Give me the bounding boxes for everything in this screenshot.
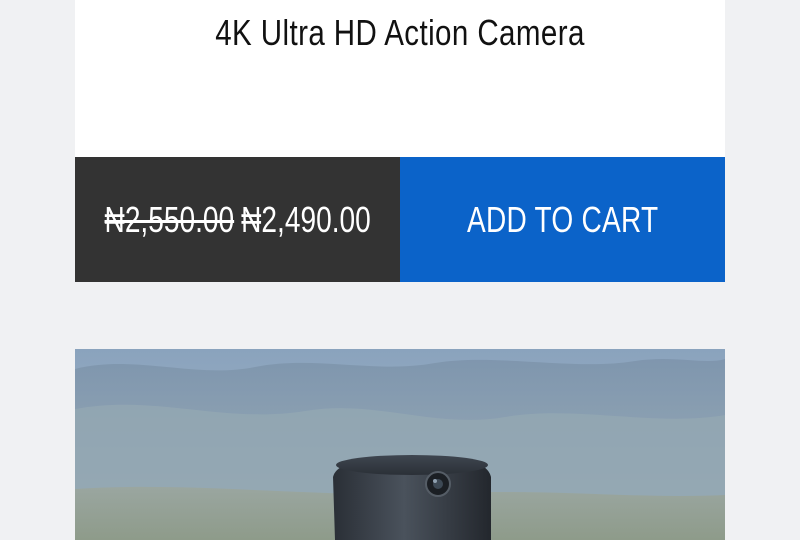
add-to-cart-button[interactable]: ADD TO CART bbox=[400, 157, 725, 282]
product-image bbox=[75, 349, 725, 540]
product-title: 4K Ultra HD Action Camera bbox=[215, 12, 585, 53]
add-to-cart-label: ADD TO CART bbox=[466, 198, 659, 240]
product-title-card: 4K Ultra HD Action Camera bbox=[75, 0, 725, 157]
old-price: ₦2,550.00 bbox=[104, 198, 234, 240]
camera-photo-illustration bbox=[75, 349, 725, 540]
price-panel: ₦2,550.00 ₦2,490.00 bbox=[75, 157, 400, 282]
sale-price: ₦2,490.00 bbox=[241, 198, 371, 240]
